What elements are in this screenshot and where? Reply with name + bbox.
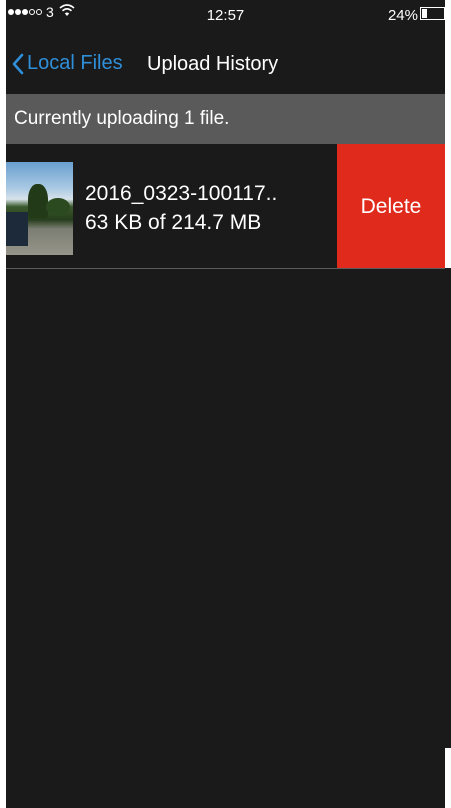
battery-level (422, 9, 427, 18)
battery-percent: 24% (387, 7, 418, 24)
screen-edge (445, 0, 451, 808)
video-thumbnail (6, 162, 73, 255)
chevron-left-icon (12, 53, 24, 74)
app-screen: 3 12:57 24% Local Files Upload History C… (6, 0, 445, 808)
delete-button[interactable]: Delete (337, 144, 445, 269)
status-bar: 3 12:57 24% (6, 0, 445, 38)
upload-status-banner: Currently uploading 1 file. (6, 94, 445, 144)
clock: 12:57 (206, 7, 245, 24)
back-button-label: Local Files (27, 52, 123, 74)
navigation-bar: Local Files Upload History (6, 38, 445, 94)
upload-progress-text: 63 KB of 214.7 MB (85, 211, 262, 234)
back-button[interactable]: Local Files (11, 52, 123, 75)
upload-status-text: Currently uploading 1 file. (14, 108, 230, 129)
scroll-edge (445, 268, 451, 748)
row-divider (6, 268, 445, 269)
file-name: 2016_0323-100117.. (85, 182, 278, 205)
thumbnail-car (6, 212, 28, 246)
thumbnail-tree (28, 184, 48, 218)
thumbnail-tree (46, 198, 70, 216)
upload-list-item[interactable]: 2016_0323-100117.. 63 KB of 214.7 MB Del… (6, 144, 445, 269)
page-title: Upload History (147, 53, 279, 75)
battery-icon (420, 7, 445, 20)
